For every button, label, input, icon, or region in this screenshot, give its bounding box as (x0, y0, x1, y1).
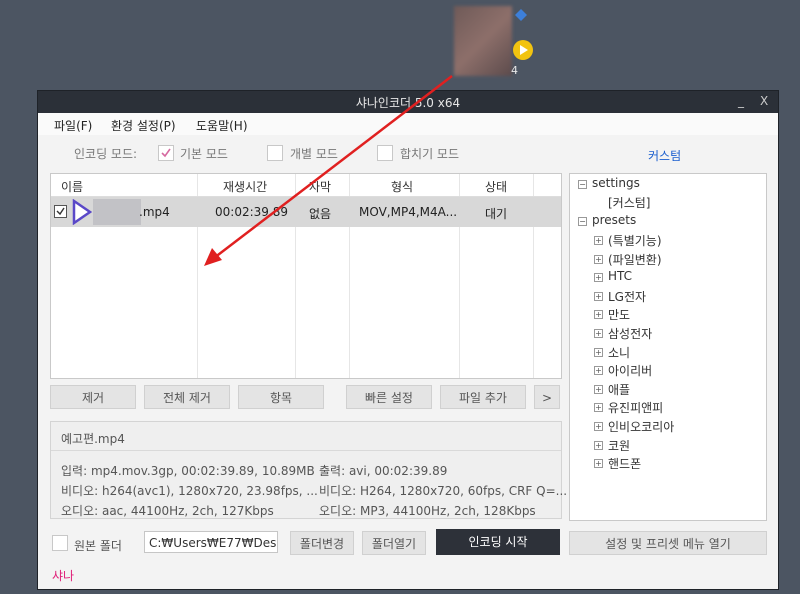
annotation-arrow (204, 75, 453, 266)
